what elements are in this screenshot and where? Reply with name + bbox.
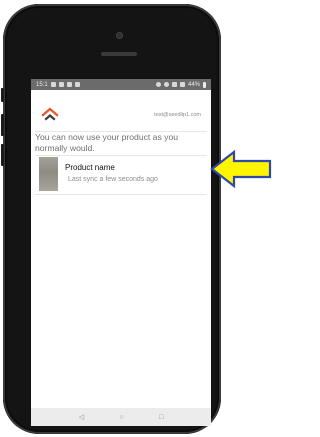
message-icon	[58, 82, 64, 87]
earpiece-speaker	[101, 52, 137, 56]
product-name: Product name	[65, 163, 115, 172]
front-camera	[116, 32, 123, 39]
app-notification-icon	[74, 82, 80, 87]
phone-frame: 15:1 44% test@seedlip1.com You can now u…	[1, 4, 221, 434]
wifi-icon	[163, 82, 169, 87]
account-email: test@seedlip1.com	[154, 112, 201, 118]
brand-logo-icon	[41, 107, 59, 121]
product-divider	[35, 194, 207, 195]
nav-home-icon[interactable]: ○	[119, 414, 123, 421]
notification-icon	[50, 82, 56, 87]
battery-percent: 44%	[187, 81, 200, 88]
status-right-group: 44%	[155, 81, 206, 88]
status-time: 15:1	[36, 81, 48, 88]
pointer-arrow-icon	[210, 149, 272, 189]
volume-down-button	[1, 144, 4, 166]
system-nav-bar: ◁ ○ □	[31, 408, 211, 426]
product-list-item[interactable]: Product name Last sync a few seconds ago	[35, 156, 207, 193]
signal-icon	[171, 82, 177, 87]
battery-icon	[203, 81, 206, 88]
status-left-group: 15:1	[36, 82, 80, 88]
volume-up-button	[1, 114, 4, 136]
status-bar: 15:1 44%	[31, 79, 211, 90]
mail-icon	[66, 82, 72, 87]
app-screen: 15:1 44% test@seedlip1.com You can now u…	[31, 79, 211, 426]
nav-back-icon[interactable]: ◁	[79, 414, 84, 421]
mute-switch	[1, 88, 4, 102]
product-thumbnail	[39, 157, 58, 191]
signal-2-icon	[179, 82, 185, 87]
app-header: test@seedlip1.com	[31, 90, 211, 130]
alarm-icon	[155, 82, 161, 87]
status-message: You can now use your product as you norm…	[35, 132, 179, 153]
product-sync-status: Last sync a few seconds ago	[68, 176, 158, 183]
nav-recents-icon[interactable]: □	[159, 414, 163, 421]
